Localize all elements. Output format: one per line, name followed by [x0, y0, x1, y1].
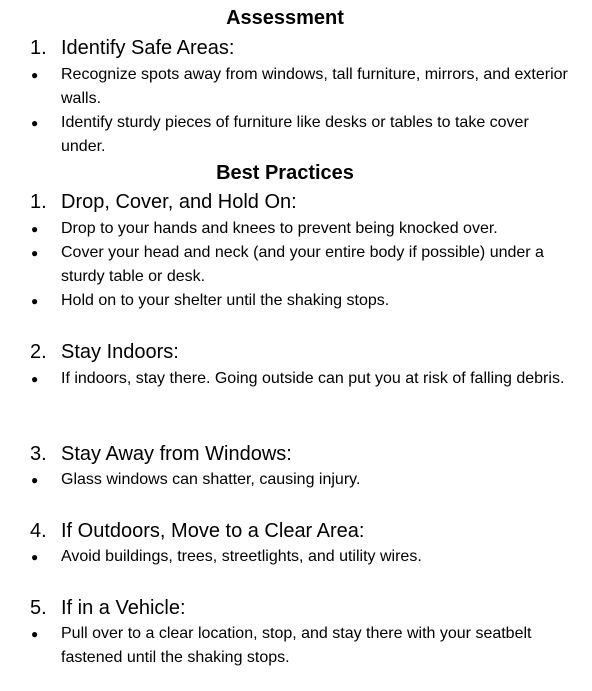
item-number: 2.	[30, 341, 47, 363]
bullet-item: ● Pull over to a clear location, stop, a…	[30, 622, 575, 670]
bullet-icon: ●	[31, 68, 39, 82]
item-number: 4.	[30, 520, 47, 542]
bullet-text: Glass windows can shatter, causing injur…	[61, 471, 361, 488]
bullet-text: Avoid buildings, trees, streetlights, an…	[61, 548, 422, 565]
bullet-icon: ●	[31, 550, 39, 564]
bullet-icon: ●	[31, 627, 39, 641]
item-title: If in a Vehicle:	[61, 597, 186, 619]
item-number: 1.	[30, 37, 47, 59]
item-title: If Outdoors, Move to a Clear Area:	[61, 520, 365, 542]
practice-item-1: 1. Drop, Cover, and Hold On:	[30, 190, 297, 214]
bullet-item: ● Avoid buildings, trees, streetlights, …	[30, 545, 575, 569]
bullet-text: Recognize spots away from windows, tall …	[61, 66, 568, 107]
item-title: Identify Safe Areas:	[61, 37, 235, 59]
bullet-icon: ●	[31, 222, 39, 236]
bullet-text: Pull over to a clear location, stop, and…	[61, 625, 532, 666]
item-number: 3.	[30, 443, 47, 465]
practice-item-2: 2. Stay Indoors:	[30, 340, 179, 364]
bullet-text: Hold on to your shelter until the shakin…	[61, 292, 390, 309]
item-number: 5.	[30, 597, 47, 619]
bullet-icon: ●	[31, 116, 39, 130]
bullet-text: Cover your head and neck (and your entir…	[61, 244, 544, 285]
item-title: Stay Indoors:	[61, 341, 179, 363]
bullet-icon: ●	[31, 473, 39, 487]
bullet-item: ● If indoors, stay there. Going outside …	[30, 367, 575, 391]
assessment-item-1: 1. Identify Safe Areas:	[30, 36, 234, 60]
bullet-icon: ●	[31, 246, 39, 260]
best-practices-heading: Best Practices	[216, 162, 354, 184]
bullet-text: Drop to your hands and knees to prevent …	[61, 220, 498, 237]
assessment-heading: Assessment	[226, 7, 344, 29]
bullet-icon: ●	[31, 294, 39, 308]
item-title: Stay Away from Windows:	[61, 443, 292, 465]
bullet-item: ● Drop to your hands and knees to preven…	[30, 217, 575, 241]
bullet-item: ● Cover your head and neck (and your ent…	[30, 241, 575, 289]
bullet-item: ● Hold on to your shelter until the shak…	[30, 289, 575, 313]
bullet-text: If indoors, stay there. Going outside ca…	[61, 370, 565, 387]
bullet-item: ● Glass windows can shatter, causing inj…	[30, 468, 575, 492]
practice-item-4: 4. If Outdoors, Move to a Clear Area:	[30, 519, 364, 543]
item-title: Drop, Cover, and Hold On:	[61, 191, 297, 213]
bullet-item: ● Recognize spots away from windows, tal…	[30, 63, 575, 111]
practice-item-3: 3. Stay Away from Windows:	[30, 442, 292, 466]
item-number: 1.	[30, 191, 47, 213]
bullet-text: Identify sturdy pieces of furniture like…	[61, 114, 529, 155]
bullet-item: ● Identify sturdy pieces of furniture li…	[30, 111, 575, 159]
bullet-icon: ●	[31, 372, 39, 386]
practice-item-5: 5. If in a Vehicle:	[30, 596, 186, 620]
